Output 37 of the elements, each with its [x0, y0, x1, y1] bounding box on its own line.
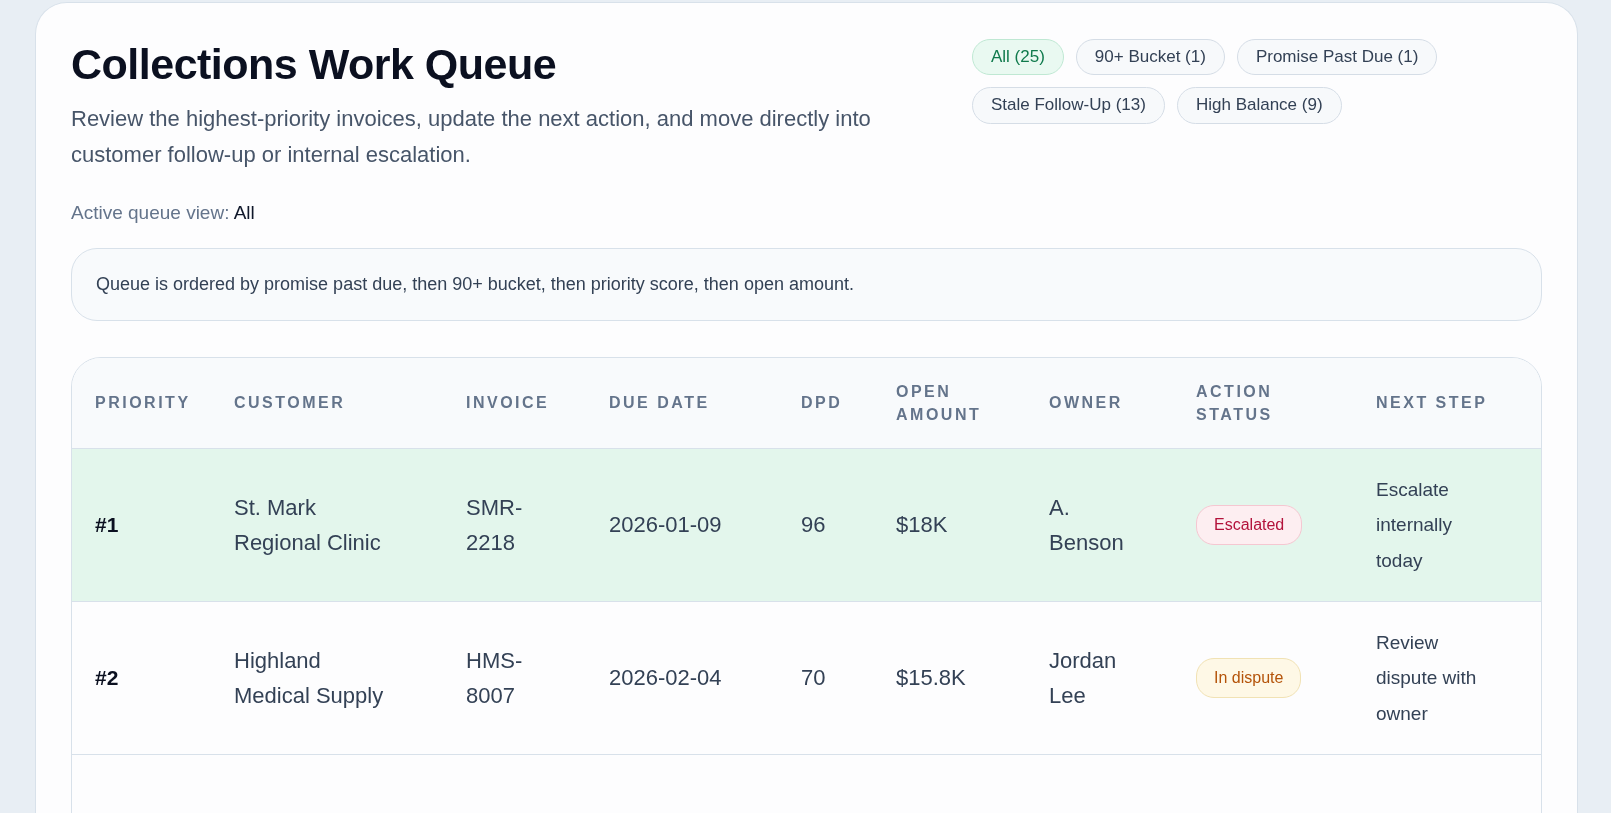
- column-header: ACTION STATUS: [1196, 357, 1376, 449]
- active-view-label: Active queue view:: [71, 202, 230, 224]
- filter-chip[interactable]: Promise Past Due (1): [1236, 39, 1438, 76]
- table-cell: SMR-2218: [466, 448, 609, 602]
- status-badge: Escalated: [1196, 505, 1303, 545]
- column-header: DUE DATE: [609, 357, 801, 449]
- column-header: NEXT STEP: [1376, 357, 1541, 449]
- column-header: OPEN AMOUNT: [896, 357, 1049, 449]
- table-cell: 96: [801, 448, 896, 602]
- table-cell: Escalate internally today: [1376, 448, 1541, 602]
- status-badge: In dispute: [1196, 658, 1302, 698]
- column-header: PRIORITY: [72, 357, 234, 449]
- sort-notice: Queue is ordered by promise past due, then 90+ bucket, then priority score, then open amount.: [71, 247, 1542, 321]
- table-cell: 2026-01-09: [609, 448, 801, 602]
- table-cell: Review dispute with owner: [1376, 601, 1541, 755]
- column-header: CUSTOMER: [234, 357, 466, 449]
- table-cell: $15.8K: [896, 601, 1049, 755]
- filter-chip[interactable]: Stale Follow-Up (13): [972, 87, 1165, 124]
- table-cell: A. Benson: [1049, 448, 1196, 602]
- page-description: Review the highest-priority invoices, update the next action, and move directly into customer follow-up or internal escalation.: [71, 104, 872, 169]
- table-cell: $18K: [896, 448, 1049, 602]
- table-cell: #2: [72, 601, 234, 755]
- page-title: Collections Work Queue: [71, 39, 558, 90]
- active-view-value: All: [233, 202, 255, 224]
- table-cell: HMS-8007: [466, 601, 609, 755]
- table-cell: Highland Medical Supply: [234, 601, 466, 755]
- filter-chip[interactable]: High Balance (9): [1176, 87, 1342, 124]
- column-header: INVOICE: [466, 357, 609, 449]
- filter-chip[interactable]: 90+ Bucket (1): [1075, 39, 1225, 76]
- table-cell: 2026-02-04: [609, 601, 801, 755]
- column-header: DPD: [801, 357, 896, 449]
- table-cell: Jordan Lee: [1049, 601, 1196, 755]
- table-cell: St. Mark Regional Clinic: [234, 448, 466, 602]
- column-header: OWNER: [1049, 357, 1196, 449]
- filter-chip[interactable]: All (25): [972, 39, 1064, 76]
- table-cell: #1: [72, 448, 234, 602]
- table-cell: 70: [801, 601, 896, 755]
